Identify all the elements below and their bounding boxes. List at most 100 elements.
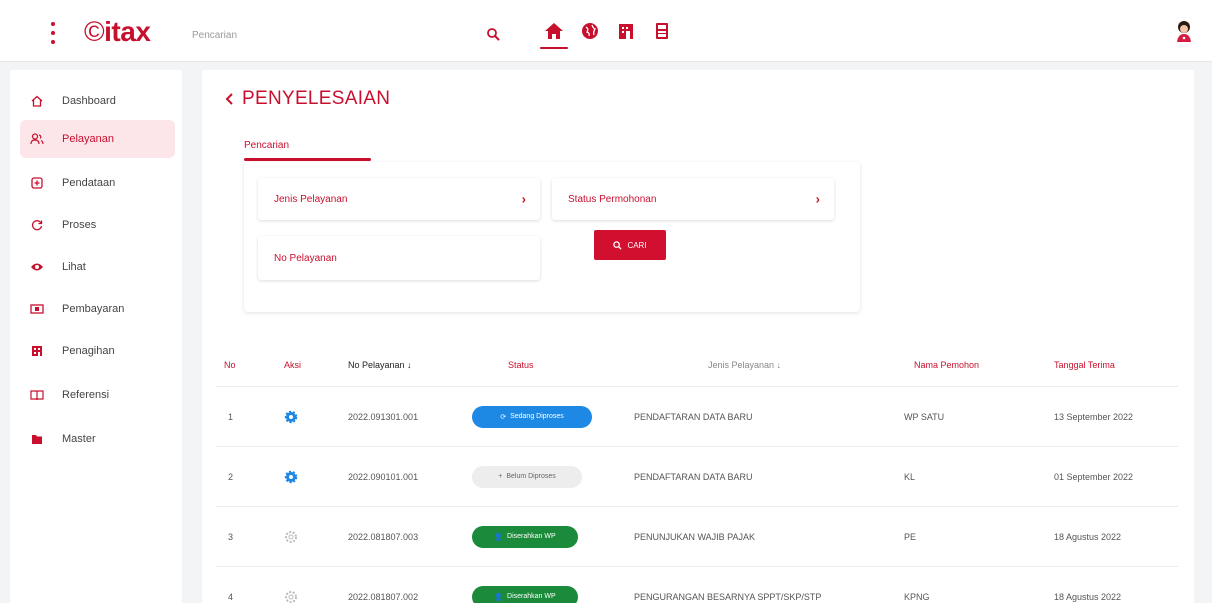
globe-icon[interactable] bbox=[580, 21, 600, 41]
chevron-right-icon: › bbox=[521, 191, 526, 207]
sidebar-item-proses[interactable]: Proses bbox=[20, 206, 175, 244]
refresh-icon bbox=[30, 218, 44, 232]
building-icon bbox=[30, 344, 44, 358]
gear-icon[interactable] bbox=[284, 470, 298, 484]
cari-button[interactable]: CARI bbox=[594, 230, 666, 260]
sidebar-item-label: Pembayaran bbox=[62, 303, 125, 315]
sidebar-item-pendataan[interactable]: Pendataan bbox=[20, 164, 175, 202]
header-jenis-pelayanan[interactable]: Jenis Pelayanan ↓ bbox=[708, 360, 781, 370]
cell-no: 2 bbox=[228, 471, 234, 482]
users-icon bbox=[30, 132, 44, 146]
sidebar-item-label: Referensi bbox=[62, 389, 110, 401]
field-label: No Pelayanan bbox=[274, 252, 337, 264]
cell-jenis: PENUNJUKAN WAJIB PAJAK bbox=[634, 531, 756, 542]
header-status: Status bbox=[508, 360, 534, 370]
sidebar-item-label: Lihat bbox=[62, 261, 86, 273]
header-no-pelayanan[interactable]: No Pelayanan ↓ bbox=[348, 360, 412, 370]
header-tanggal-terima: Tanggal Terima bbox=[1054, 360, 1115, 370]
cell-no: 3 bbox=[228, 531, 234, 542]
status-permohonan-select[interactable]: Status Permohonan › bbox=[552, 178, 834, 220]
search-box bbox=[182, 23, 504, 47]
sidebar-item-pembayaran[interactable]: Pembayaran bbox=[20, 290, 175, 328]
sidebar-item-label: Pelayanan bbox=[62, 133, 114, 145]
folder-icon bbox=[30, 432, 44, 446]
header-aksi: Aksi bbox=[284, 360, 302, 370]
gear-icon[interactable] bbox=[284, 530, 298, 544]
main-panel: PENYELESAIAN Pencarian Jenis Pelayanan ›… bbox=[202, 70, 1194, 603]
sidebar-item-dashboard[interactable]: Dashboard bbox=[20, 82, 175, 120]
status-badge: + Belum Diproses bbox=[472, 465, 582, 488]
sidebar-item-lihat[interactable]: Lihat bbox=[20, 248, 175, 286]
calculator-icon[interactable] bbox=[652, 21, 672, 41]
chevron-left-icon bbox=[225, 93, 233, 105]
table-row: 3 2022.081807.003 👤 Diserahkan WP PENUNJU… bbox=[216, 506, 1178, 566]
cash-icon bbox=[30, 302, 44, 316]
cell-jenis: PENDAFTARAN DATA BARU bbox=[634, 471, 753, 482]
sidebar-item-label: Dashboard bbox=[62, 95, 116, 107]
cell-jenis: PENDAFTARAN DATA BARU bbox=[634, 411, 753, 422]
status-badge: 👤 Diserahkan WP bbox=[472, 525, 578, 548]
user-check-icon: 👤 bbox=[494, 593, 504, 601]
sidebar: Dashboard Pelayanan Pendataan Proses Lih… bbox=[10, 70, 182, 603]
page-title: PENYELESAIAN bbox=[242, 88, 391, 109]
gear-icon[interactable] bbox=[284, 410, 298, 424]
user-check-icon: 👤 bbox=[494, 533, 504, 541]
table-row: 2 2022.090101.001 + Belum Diproses PENDAF… bbox=[216, 446, 1178, 506]
sidebar-item-label: Penagihan bbox=[62, 345, 115, 357]
cell-nama: PE bbox=[904, 531, 917, 542]
sidebar-item-label: Proses bbox=[62, 219, 97, 231]
tab-underline bbox=[244, 158, 371, 161]
back-title[interactable]: PENYELESAIAN bbox=[224, 88, 390, 110]
cell-nama: KPNG bbox=[904, 591, 930, 602]
status-badge: 👤 Diserahkan WP bbox=[472, 585, 578, 603]
sidebar-item-master[interactable]: Master bbox=[20, 420, 175, 458]
cari-label: CARI bbox=[627, 240, 647, 250]
avatar-icon[interactable] bbox=[1174, 20, 1194, 44]
header-no: No bbox=[224, 360, 236, 370]
cell-no-pelayanan: 2022.081807.002 bbox=[348, 591, 419, 602]
sidebar-item-pelayanan[interactable]: Pelayanan bbox=[20, 120, 175, 158]
menu-kebab-icon[interactable] bbox=[50, 22, 56, 44]
plus-square-icon bbox=[30, 176, 44, 190]
sidebar-item-penagihan[interactable]: Penagihan bbox=[20, 332, 175, 370]
gear-icon[interactable] bbox=[284, 590, 298, 603]
cell-tanggal: 18 Agustus 2022 bbox=[1054, 591, 1122, 602]
sidebar-item-label: Master bbox=[62, 433, 96, 445]
cell-nama: KL bbox=[904, 471, 916, 482]
cell-tanggal: 13 September 2022 bbox=[1054, 411, 1134, 422]
itax-logo[interactable]: ©itax bbox=[84, 16, 151, 48]
table-row: 1 2022.091301.001 ⟳ Sedang Diproses PENDA… bbox=[216, 386, 1178, 446]
cell-no-pelayanan: 2022.091301.001 bbox=[348, 411, 419, 422]
status-badge: ⟳ Sedang Diproses bbox=[472, 405, 592, 428]
no-pelayanan-input[interactable]: No Pelayanan bbox=[258, 236, 540, 280]
eye-icon bbox=[30, 260, 44, 274]
cell-no: 1 bbox=[228, 411, 234, 422]
cell-no-pelayanan: 2022.090101.001 bbox=[348, 471, 419, 482]
tab-pencarian[interactable]: Pencarian bbox=[244, 140, 289, 151]
sidebar-item-label: Pendataan bbox=[62, 177, 116, 189]
cell-jenis: PENGURANGAN BESARNYA SPPT/SKP/STP bbox=[634, 591, 822, 602]
building-icon[interactable] bbox=[616, 21, 636, 41]
jenis-pelayanan-select[interactable]: Jenis Pelayanan › bbox=[258, 178, 540, 220]
top-nav bbox=[540, 21, 672, 49]
home-outline-icon bbox=[30, 94, 44, 108]
book-icon bbox=[30, 388, 44, 402]
search-icon[interactable] bbox=[486, 27, 500, 41]
cell-no-pelayanan: 2022.081807.003 bbox=[348, 531, 419, 542]
logo-text: itax bbox=[104, 16, 151, 47]
plus-icon: + bbox=[498, 473, 503, 480]
sidebar-item-referensi[interactable]: Referensi bbox=[20, 376, 175, 414]
field-label: Jenis Pelayanan bbox=[274, 193, 348, 205]
chevron-right-icon: › bbox=[815, 191, 820, 207]
table-header: No Aksi No Pelayanan ↓ Status Jenis Pela… bbox=[202, 350, 1194, 384]
search-icon bbox=[613, 240, 623, 250]
header-nama-pemohon: Nama Pemohon bbox=[914, 360, 980, 370]
home-icon[interactable] bbox=[540, 21, 568, 49]
search-card: Jenis Pelayanan › Status Permohonan › No… bbox=[244, 162, 860, 312]
search-input[interactable] bbox=[182, 23, 504, 47]
table-row: 4 2022.081807.002 👤 Diserahkan WP PENGURA… bbox=[216, 566, 1178, 603]
refresh-icon: ⟳ bbox=[500, 413, 507, 421]
cell-tanggal: 01 September 2022 bbox=[1054, 471, 1134, 482]
field-label: Status Permohonan bbox=[568, 193, 657, 205]
cell-tanggal: 18 Agustus 2022 bbox=[1054, 531, 1122, 542]
